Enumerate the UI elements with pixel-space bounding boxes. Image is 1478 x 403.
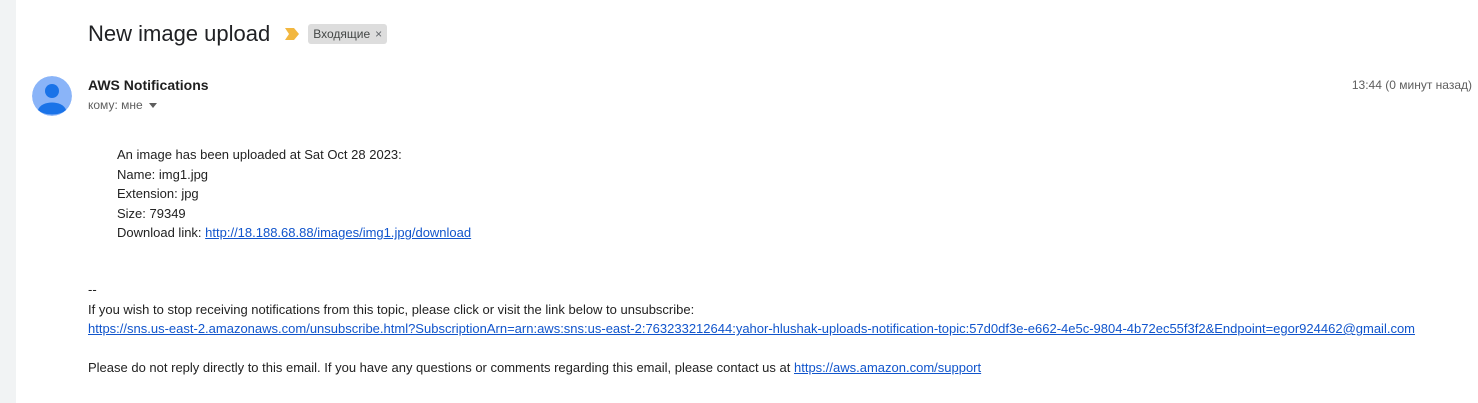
email-subject: New image upload: [88, 21, 271, 46]
body-line-name: Name: img1.jpg: [117, 166, 209, 182]
support-line: Please do not reply directly to this ema…: [88, 358, 1415, 378]
email-footer: -- If you wish to stop receiving notific…: [88, 280, 1415, 378]
label-chip-text: Входящие: [313, 27, 371, 41]
unsubscribe-link[interactable]: https://sns.us-east-2.amazonaws.com/unsu…: [88, 321, 1415, 336]
footer-separator: --: [88, 282, 97, 297]
download-label: Download link:: [117, 225, 206, 240]
chevron-down-icon: [148, 102, 157, 108]
body-line-extension: Extension: jpg: [117, 186, 199, 201]
avatar-person-icon: [32, 76, 72, 116]
body-line-uploaded: An image has been uploaded at Sat Oct 28…: [117, 147, 402, 162]
label-remove-icon[interactable]: ×: [375, 27, 382, 41]
email-timestamp: 13:44 (0 минут назад): [1351, 78, 1472, 92]
recipient-details-toggle[interactable]: кому: мне: [88, 98, 157, 112]
download-link[interactable]: http://18.188.68.88/images/img1.jpg/down…: [205, 225, 471, 240]
body-line-size: Size: 79349: [117, 205, 186, 221]
importance-marker-icon[interactable]: [284, 27, 300, 41]
recipient-text: кому: мне: [88, 98, 143, 112]
sender-avatar[interactable]: [32, 76, 72, 116]
support-link[interactable]: https://aws.amazon.com/support: [794, 360, 981, 375]
label-chip-inbox[interactable]: Входящие ×: [308, 24, 388, 44]
left-gutter: [0, 0, 16, 403]
unsubscribe-text: If you wish to stop receiving notificati…: [88, 301, 695, 317]
subject-row: New image upload Входящие ×: [88, 18, 388, 50]
email-body: An image has been uploaded at Sat Oct 28…: [117, 145, 471, 243]
body-line-download: Download link: http://18.188.68.88/image…: [117, 223, 471, 243]
footer-spacer: [88, 339, 1415, 359]
sender-name[interactable]: AWS Notifications: [88, 77, 209, 93]
support-text: Please do not reply directly to this ema…: [88, 360, 794, 375]
